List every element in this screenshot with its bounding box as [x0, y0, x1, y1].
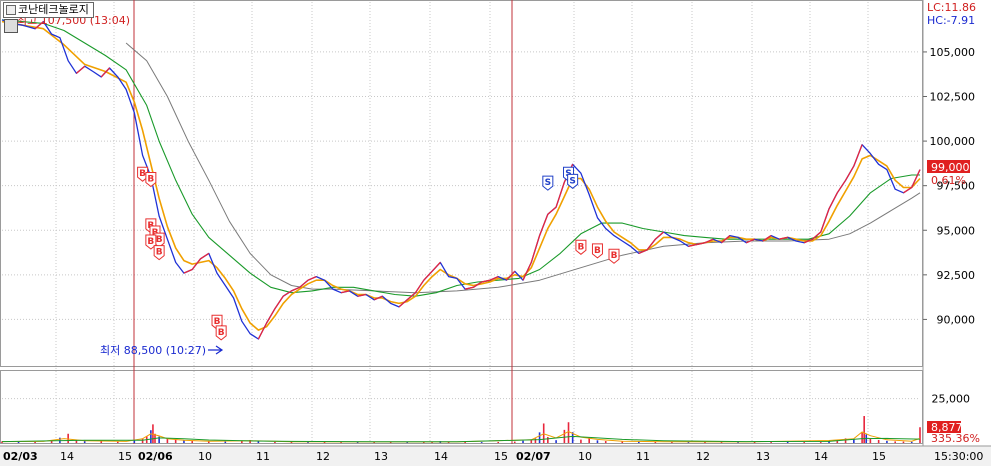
- volume-bar: [83, 441, 86, 443]
- volume-bar: [274, 441, 276, 443]
- sell-signal-letter: S: [545, 178, 551, 188]
- volume-bar: [580, 439, 582, 443]
- volume-bar: [910, 441, 913, 443]
- volume-bar: [534, 438, 537, 443]
- volume-bar: [133, 440, 136, 443]
- checkbox-icon: [6, 5, 16, 15]
- lc-label: LC:11.86: [927, 1, 976, 14]
- volume-bar: [919, 427, 921, 443]
- buy-signal-letter: B: [156, 235, 163, 245]
- settings-grid-icon[interactable]: [4, 19, 18, 33]
- buy-signal-letter: B: [218, 328, 225, 338]
- volume-bar: [191, 441, 194, 443]
- x-tick-label: 12: [696, 450, 710, 463]
- volume-bar: [522, 440, 524, 443]
- volume-bar: [803, 442, 806, 443]
- volume-bar: [819, 442, 822, 443]
- y-tick-label: 92,500: [937, 269, 976, 282]
- sell-signal-letter: S: [569, 176, 575, 186]
- volume-bar: [183, 440, 185, 443]
- y-tick-label: 105,000: [930, 46, 976, 59]
- stock-chart: BBBBBBBBBBBBSSS 105,000102,500100,00097,…: [0, 0, 991, 466]
- volume-bar: [902, 441, 905, 443]
- volume-bar: [166, 438, 169, 443]
- buy-signal-letter: B: [147, 175, 154, 185]
- x-tick-label: 02/03: [3, 450, 38, 463]
- volume-bar: [538, 432, 541, 443]
- volume-bar: [100, 441, 103, 443]
- x-tick-label: 02/07: [516, 450, 551, 463]
- volume-bar: [480, 442, 483, 443]
- x-tick-label: 10: [578, 450, 592, 463]
- volume-bar: [894, 441, 896, 443]
- volume-bar: [542, 423, 545, 443]
- x-tick-label: 13: [756, 450, 770, 463]
- volume-bar: [604, 441, 607, 443]
- x-tick-label: 15: [118, 450, 132, 463]
- volume-bar: [770, 442, 772, 443]
- volume-bar: [786, 441, 789, 443]
- volume-bar: [116, 441, 119, 443]
- stock-name-tab[interactable]: 코난테크놀로지: [3, 2, 94, 18]
- x-tick-label: 11: [636, 450, 650, 463]
- buy-signal-letter: B: [147, 237, 154, 247]
- buy-signal-letter: B: [594, 246, 601, 256]
- volume-y-tick-labels: 25,000: [932, 393, 971, 406]
- volume-bar: [497, 441, 500, 443]
- y-tick-label: 102,500: [930, 91, 976, 104]
- y-tick-label: 100,000: [930, 135, 976, 148]
- x-tick-label: 14: [814, 450, 828, 463]
- volume-bar: [877, 439, 880, 443]
- volume-bar: [547, 436, 549, 443]
- x-tick-label: 13: [374, 450, 388, 463]
- volume-bar: [886, 440, 888, 443]
- x-tick-label: 10: [198, 450, 212, 463]
- volume-bar: [853, 439, 855, 443]
- buy-signal-letter: B: [577, 242, 584, 252]
- volume-bar: [555, 440, 557, 443]
- x-tick-label: 15: [872, 450, 886, 463]
- volume-bar: [513, 441, 516, 443]
- buy-signal-letter: B: [156, 248, 163, 258]
- volume-bar: [67, 433, 69, 443]
- volume-ratio-pct: 335.36%: [931, 432, 980, 445]
- buy-signal-letter: B: [611, 251, 618, 261]
- volume-bar: [224, 441, 227, 443]
- x-tick-label: 02/06: [138, 450, 173, 463]
- current-change-pct: 0.61%: [931, 174, 966, 187]
- x-tick-label: 14: [60, 450, 74, 463]
- volume-bar: [174, 439, 177, 443]
- min-price-label: 최저 88,500 (10:27): [100, 344, 206, 357]
- hc-label: HC:-7.91: [927, 14, 975, 27]
- x-tick-label: 15:30:00: [934, 450, 983, 463]
- y-tick-label: 90,000: [937, 313, 976, 326]
- volume-bar: [861, 432, 863, 443]
- x-tick-label: 11: [256, 450, 270, 463]
- x-tick-label: 14: [434, 450, 448, 463]
- volume-bar: [34, 441, 36, 443]
- stock-name: 코난테크놀로지: [18, 3, 89, 16]
- volume-bar: [596, 440, 599, 443]
- volume-bar: [869, 438, 872, 443]
- volume-bar: [567, 422, 570, 443]
- current-price-value: 99,000: [931, 161, 970, 174]
- volume-bar: [150, 430, 152, 443]
- x-tick-label: 12: [316, 450, 330, 463]
- x-tick-label: 15: [494, 450, 508, 463]
- volume-bar: [563, 429, 566, 443]
- y-tick-label: 95,000: [937, 224, 976, 237]
- buy-signal-letter: B: [139, 169, 146, 179]
- volume-tick-label: 25,000: [932, 393, 971, 406]
- chart-background: [0, 0, 991, 466]
